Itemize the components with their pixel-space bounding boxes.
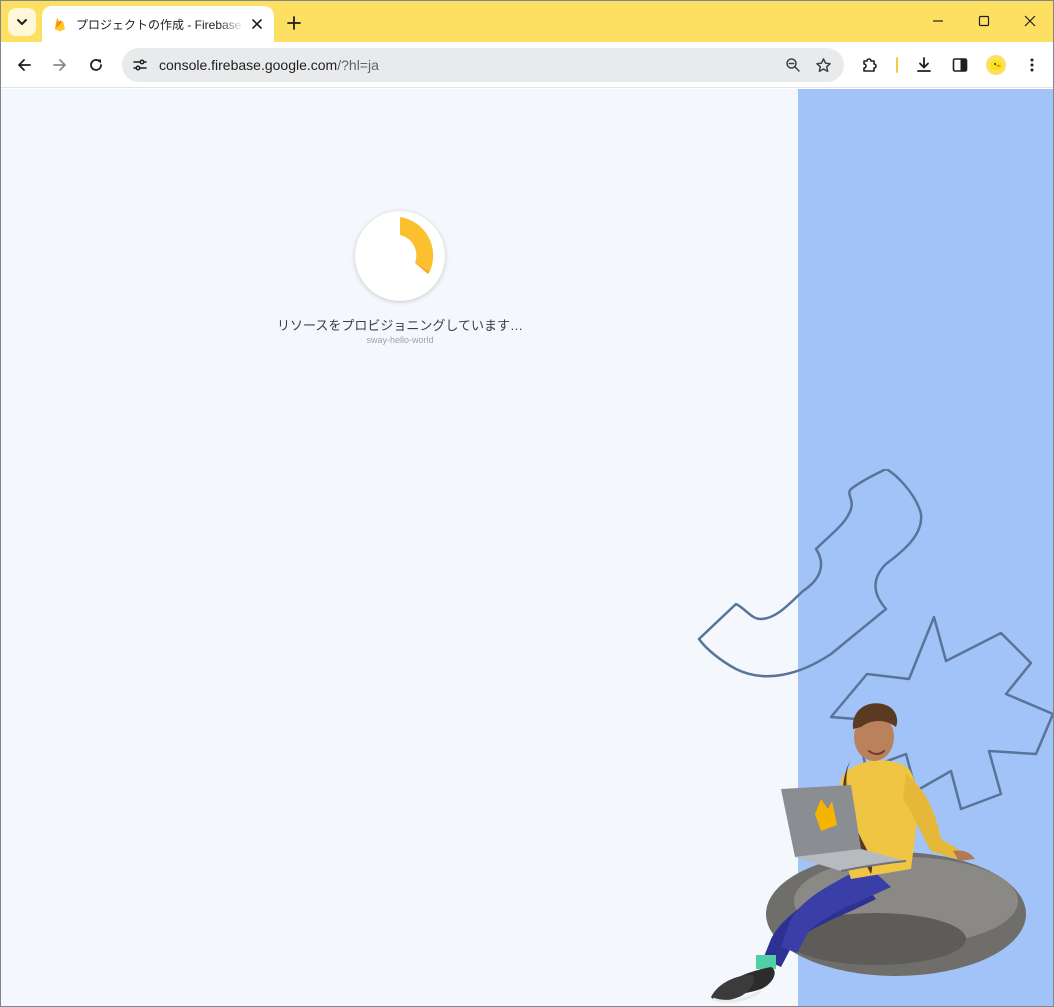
zoom-out-icon — [786, 58, 800, 72]
back-button[interactable] — [8, 49, 40, 81]
tab-title: プロジェクトの作成 - Firebase コンソール — [76, 17, 244, 32]
forward-button[interactable] — [44, 49, 76, 81]
extensions-button[interactable] — [855, 50, 885, 80]
url-path: /?hl=ja — [337, 57, 379, 73]
profile-avatar-icon — [986, 55, 1006, 75]
minimize-button[interactable] — [915, 1, 961, 41]
close-icon — [252, 19, 262, 29]
address-bar[interactable]: console.firebase.google.com/?hl=ja — [122, 48, 844, 82]
browser-toolbar: console.firebase.google.com/?hl=ja — [1, 42, 1053, 88]
loading-status-text: リソースをプロビジョニングしています… — [1, 315, 799, 334]
url-text[interactable]: console.firebase.google.com/?hl=ja — [159, 57, 778, 73]
side-panel-icon — [952, 58, 968, 72]
site-info-button[interactable] — [126, 51, 154, 79]
zoom-button[interactable] — [778, 50, 808, 80]
project-name-label: sway-hello-world — [366, 335, 434, 345]
browser-menu-button[interactable] — [1017, 50, 1047, 80]
profile-button[interactable] — [981, 50, 1011, 80]
chevron-down-icon — [17, 19, 27, 25]
bookmark-button[interactable] — [808, 50, 838, 80]
tune-icon — [133, 59, 147, 71]
plus-icon — [287, 16, 301, 30]
firebase-flame-icon — [55, 18, 65, 32]
puzzle-icon — [863, 58, 877, 72]
loading-spinner — [355, 211, 445, 301]
toolbar-separator — [896, 57, 898, 73]
side-panel-button[interactable] — [945, 50, 975, 80]
star-icon — [815, 57, 831, 72]
reload-icon — [90, 59, 102, 71]
download-icon — [917, 57, 931, 72]
tab-strip: プロジェクトの作成 - Firebase コンソール — [1, 1, 1053, 42]
maximize-icon — [978, 15, 990, 27]
close-window-button[interactable] — [1007, 1, 1053, 41]
reload-button[interactable] — [80, 49, 112, 81]
maximize-button[interactable] — [961, 1, 1007, 41]
close-icon — [1024, 15, 1036, 27]
tab-search-button[interactable] — [8, 8, 36, 36]
downloads-button[interactable] — [909, 50, 939, 80]
forward-arrow-icon — [53, 59, 66, 71]
tab-close-button[interactable] — [248, 15, 266, 33]
person-with-laptop-illustration — [697, 469, 1053, 1003]
back-arrow-icon — [18, 59, 31, 71]
url-host: console.firebase.google.com — [159, 57, 338, 73]
new-tab-button[interactable] — [281, 10, 307, 36]
active-tab[interactable]: プロジェクトの作成 - Firebase コンソール — [42, 6, 274, 42]
page-content: リソースをプロビジョニングしています… sway-hello-world — [1, 89, 1053, 1006]
minimize-icon — [933, 20, 943, 22]
kebab-menu-icon — [1030, 58, 1034, 72]
browser-window: プロジェクトの作成 - Firebase コンソール — [0, 0, 1054, 1007]
loading-status-label: リソースをプロビジョニングしています… — [277, 318, 523, 333]
spinner-arc-icon — [400, 217, 434, 274]
